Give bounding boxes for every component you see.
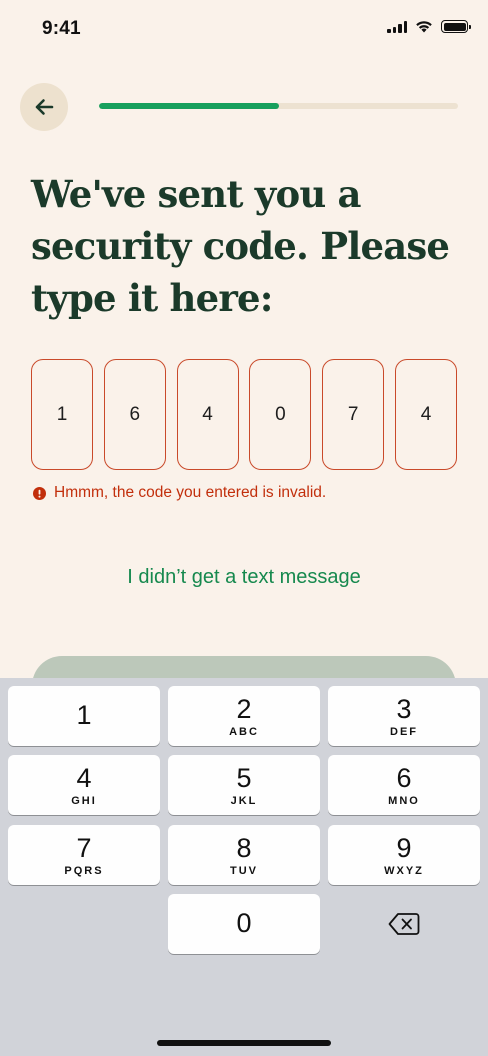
progress-bar [99, 103, 458, 109]
error-circle-icon [33, 486, 46, 500]
code-digit-6[interactable]: 4 [394, 359, 457, 470]
key-9[interactable]: 9 WXYZ [328, 825, 480, 885]
key-6[interactable]: 6 MNO [328, 755, 480, 815]
code-input-group: 1 6 4 0 7 4 [31, 359, 457, 470]
key-2[interactable]: 2 ABC [168, 686, 320, 746]
numeric-keypad: 1 2 ABC 3 DEF 4 GHI 5 JKL 6 MNO 7 PQRS 8… [0, 678, 488, 1056]
key-7[interactable]: 7 PQRS [8, 825, 160, 885]
resend-code-link[interactable]: I didn’t get a text message [0, 566, 488, 589]
progress-fill [99, 103, 279, 109]
status-icons [387, 20, 471, 33]
key-1[interactable]: 1 [8, 686, 160, 746]
key-0[interactable]: 0 [168, 894, 320, 954]
delete-key[interactable] [328, 894, 480, 954]
key-4[interactable]: 4 GHI [8, 755, 160, 815]
backspace-icon [388, 913, 420, 935]
status-bar: 9:41 [0, 0, 488, 60]
back-button[interactable] [20, 83, 68, 131]
arrow-left-icon [35, 99, 54, 115]
code-digit-1[interactable]: 1 [31, 359, 93, 470]
wifi-icon [416, 21, 432, 33]
battery-icon [441, 20, 471, 33]
page-title: We've sent you a security code. Please t… [31, 172, 450, 320]
code-digit-3[interactable]: 4 [176, 359, 239, 470]
code-digit-4[interactable]: 0 [249, 359, 312, 470]
error-text: Hmmm, the code you entered is invalid. [54, 484, 327, 501]
code-digit-5[interactable]: 7 [322, 359, 385, 470]
home-indicator [157, 1040, 331, 1046]
status-time: 9:41 [42, 18, 81, 39]
key-3[interactable]: 3 DEF [328, 686, 480, 746]
cellular-signal-icon [387, 20, 407, 33]
key-5[interactable]: 5 JKL [168, 755, 320, 815]
code-digit-2[interactable]: 6 [103, 359, 166, 470]
key-8[interactable]: 8 TUV [168, 825, 320, 885]
error-message: Hmmm, the code you entered is invalid. [33, 484, 326, 502]
